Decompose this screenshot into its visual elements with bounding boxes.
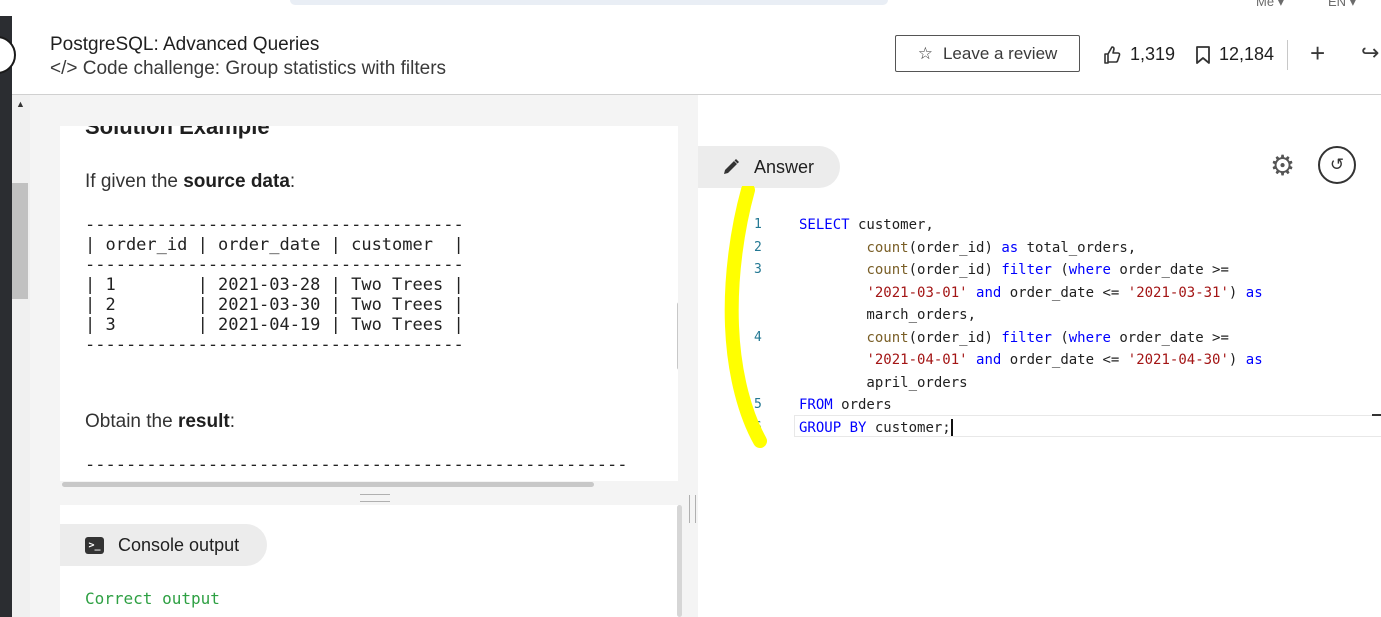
language-menu[interactable]: EN ▾ <box>1328 0 1356 10</box>
code-line[interactable]: 4 count(order_id) filter (where order_da… <box>698 327 1381 350</box>
code-line[interactable]: 1 SELECT customer, <box>698 214 1381 237</box>
left-scrollbar-thumb[interactable] <box>12 183 28 299</box>
console-output-tab[interactable]: >_ Console output <box>60 524 267 566</box>
text-cursor <box>950 419 953 436</box>
reset-icon[interactable]: ↺ <box>1318 146 1356 184</box>
course-title[interactable]: PostgreSQL: Advanced Queries <box>50 34 319 56</box>
challenge-title: </> Code challenge: Group statistics wit… <box>50 58 446 80</box>
plus-icon[interactable]: + <box>1310 38 1325 69</box>
like-count: 1,319 <box>1130 44 1176 64</box>
left-edge-strip <box>0 16 12 617</box>
code-line[interactable]: 2 count(order_id) as total_orders, <box>698 237 1381 260</box>
console-output-text: Correct output <box>85 589 220 608</box>
given-prefix: If given the <box>85 171 184 192</box>
terminal-icon: >_ <box>85 536 104 554</box>
given-bold: source data <box>183 171 290 192</box>
leave-review-label: Leave a review <box>942 43 1058 63</box>
description-scrollbar-thumb[interactable] <box>677 302 678 370</box>
pencil-icon <box>724 159 739 174</box>
given-suffix: : <box>289 171 296 192</box>
share-icon[interactable]: ↪ <box>1361 40 1379 66</box>
answer-tab[interactable]: Answer <box>698 146 840 188</box>
code-icon: </> <box>50 58 78 79</box>
answer-tab-label: Answer <box>754 156 815 177</box>
highlighter-annotation <box>724 186 767 448</box>
gear-icon[interactable]: ⚙ <box>1270 152 1295 180</box>
code-line[interactable]: 5 FROM orders <box>698 394 1381 417</box>
result-paragraph: Obtain the result: <box>85 411 235 433</box>
result-bold: result <box>177 411 230 432</box>
code-area[interactable]: 1 SELECT customer, 2 count(order_id) as … <box>698 214 1381 439</box>
panel-resize-handle-horizontal[interactable] <box>360 494 390 502</box>
code-line[interactable]: 3 count(order_id) filter (where order_da… <box>698 259 1381 282</box>
scroll-up-arrow-icon[interactable]: ▲ <box>16 99 25 109</box>
solution-heading: Solution Example <box>85 126 270 139</box>
code-line-wrap[interactable]: '2021-04-01' and order_date <= '2021-04-… <box>698 349 1381 372</box>
console-panel: >_ Console output Correct output <box>60 505 682 617</box>
challenge-title-text: Code challenge: Group statistics with fi… <box>82 58 447 79</box>
course-header: PostgreSQL: Advanced Queries </> Code ch… <box>12 16 1381 95</box>
description-panel: Solution Example If given the source dat… <box>60 126 678 481</box>
profile-menu[interactable]: Me ▾ <box>1256 0 1284 10</box>
console-scrollbar[interactable] <box>677 505 682 617</box>
code-editor-panel: Answer ⚙ ↺ 1 SELECT customer, 2 count(or… <box>698 126 1381 617</box>
browser-search-bar[interactable] <box>290 0 888 5</box>
code-line-wrap[interactable]: april_orders <box>698 372 1381 395</box>
code-line-wrap[interactable]: '2021-03-01' and order_date <= '2021-03-… <box>698 282 1381 305</box>
bookmark-button[interactable]: 12,184 <box>1195 44 1274 65</box>
bookmark-icon <box>1196 45 1210 64</box>
result-table-partial: ----------------------------------------… <box>85 455 628 475</box>
leave-review-button[interactable]: ☆ Leave a review <box>895 35 1080 72</box>
result-suffix: : <box>229 411 235 432</box>
like-button[interactable]: 1,319 <box>1102 44 1175 65</box>
header-divider <box>1287 40 1288 70</box>
result-prefix: Obtain the <box>85 411 178 432</box>
panel-resize-handle-vertical[interactable] <box>689 495 696 523</box>
star-icon: ☆ <box>917 43 933 63</box>
description-horizontal-scrollbar[interactable] <box>62 482 594 487</box>
code-line-wrap[interactable]: march_orders, <box>698 304 1381 327</box>
thumbs-up-icon <box>1104 45 1121 64</box>
source-data-table: ------------------------------------- | … <box>85 215 464 355</box>
code-line[interactable]: 6 GROUP BY customer; <box>698 417 1381 440</box>
console-tab-label: Console output <box>118 534 240 555</box>
given-paragraph: If given the source data: <box>85 171 295 193</box>
left-scrollbar[interactable]: ▲ <box>12 95 30 617</box>
save-count: 12,184 <box>1219 44 1275 64</box>
browser-top-strip: Me ▾ EN ▾ <box>0 0 1381 16</box>
